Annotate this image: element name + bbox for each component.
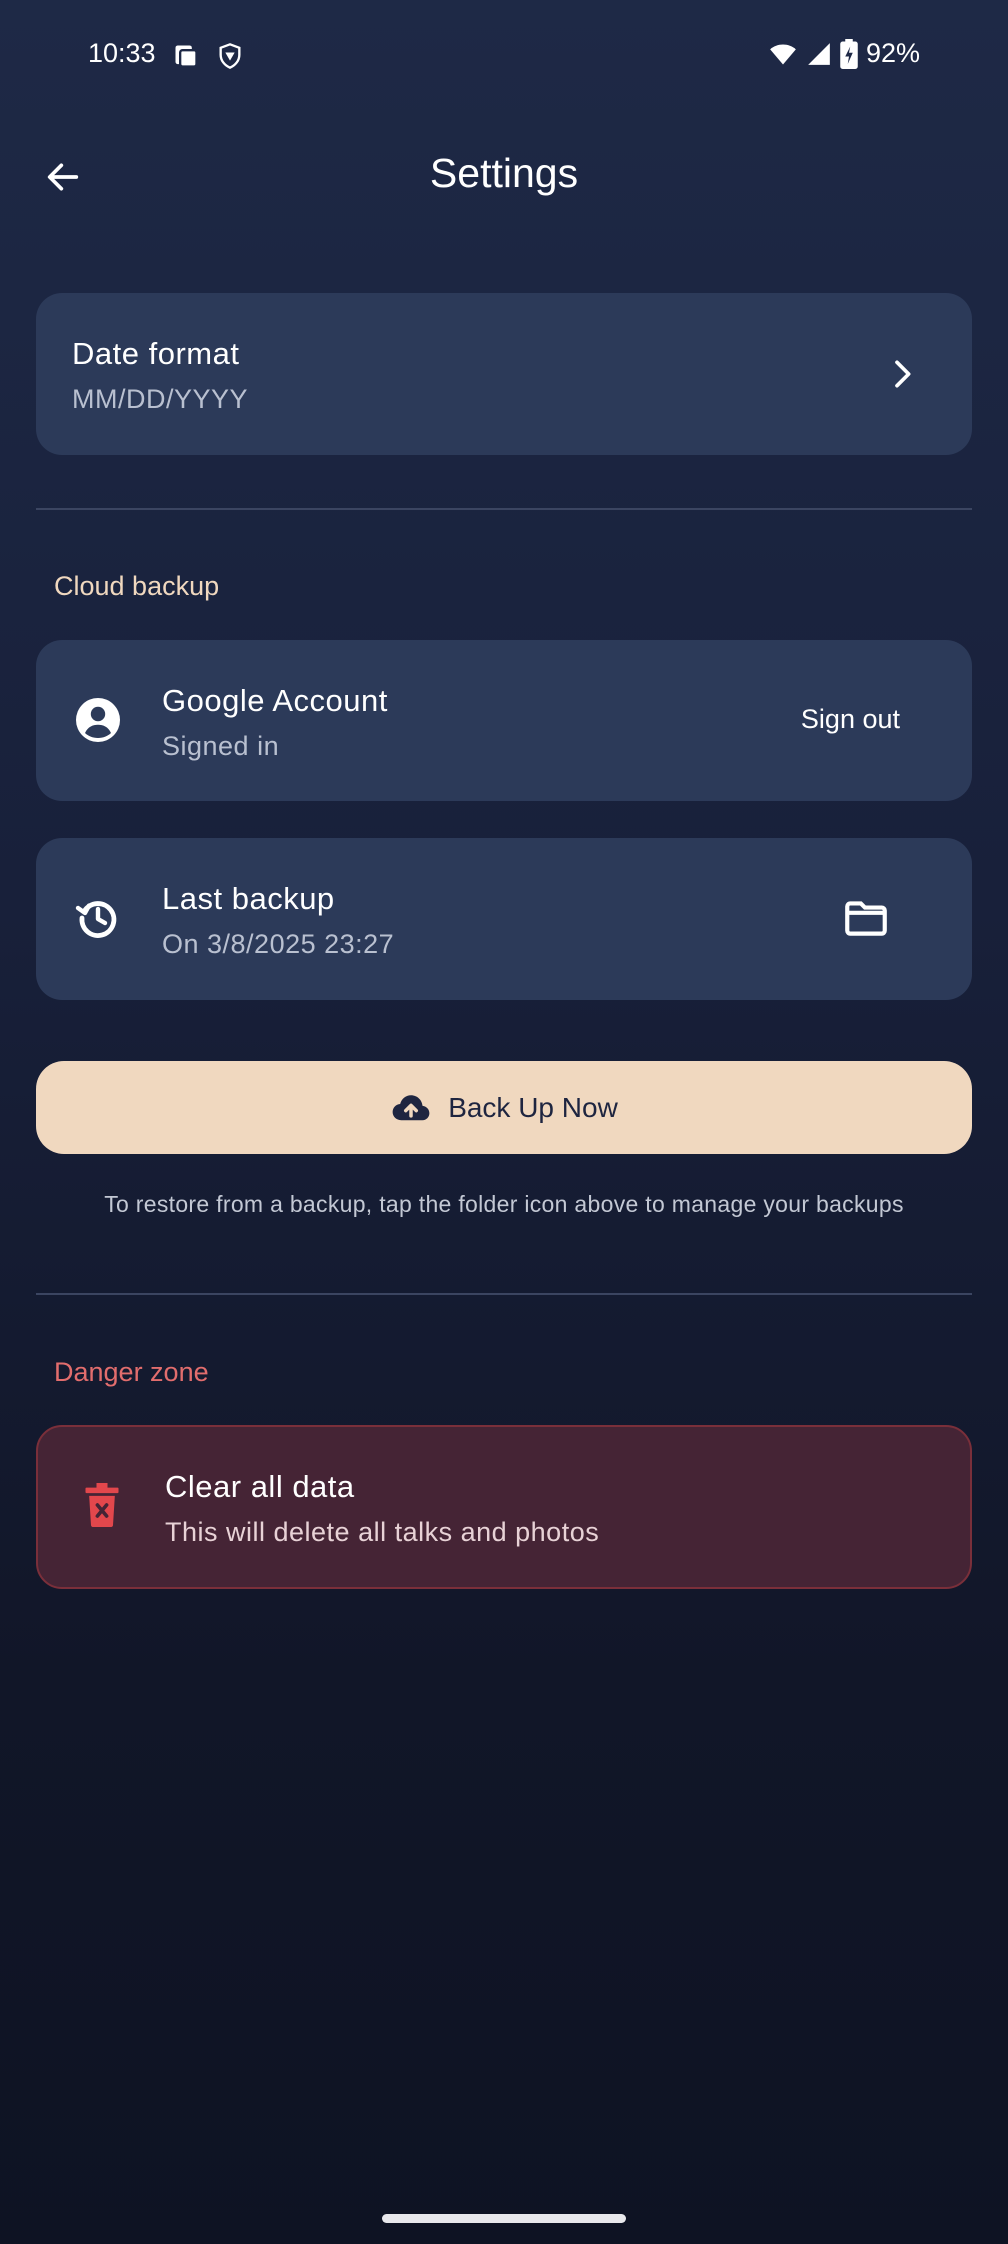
cell-signal-icon [808, 42, 830, 65]
status-time: 10:33 [88, 38, 156, 68]
last-backup-value: On 3/8/2025 23:27 [162, 929, 395, 959]
clear-all-data-title: Clear all data [165, 1469, 355, 1504]
clear-all-data-button[interactable]: Clear all data This will delete all talk… [36, 1425, 972, 1589]
last-backup-card: Last backup On 3/8/2025 23:27 [36, 838, 972, 1000]
account-circle-icon [76, 698, 120, 742]
divider [36, 1293, 972, 1295]
google-account-title: Google Account [162, 683, 388, 718]
sign-out-button[interactable]: Sign out [801, 704, 900, 735]
google-account-status: Signed in [162, 731, 280, 761]
page-title: Settings [429, 150, 579, 196]
last-backup-title: Last backup [162, 881, 335, 916]
clear-all-data-description: This will delete all talks and photos [165, 1517, 600, 1547]
date-format-title: Date format [72, 336, 240, 371]
status-right-icons: 92% [768, 38, 920, 69]
folder-icon [845, 901, 887, 936]
manage-backups-button[interactable] [832, 884, 900, 952]
device-icon [175, 45, 198, 68]
home-indicator[interactable] [382, 2214, 626, 2223]
status-left-icons [172, 42, 244, 70]
danger-zone-section-label: Danger zone [54, 1357, 209, 1387]
date-format-setting[interactable]: Date format MM/DD/YYYY [36, 293, 972, 455]
back-up-now-button[interactable]: Back Up Now [36, 1061, 972, 1154]
wifi-icon [770, 44, 796, 64]
date-format-value: MM/DD/YYYY [72, 384, 249, 414]
trash-icon [85, 1483, 119, 1527]
cloud-backup-section-label: Cloud backup [54, 571, 220, 601]
shield-icon [219, 43, 241, 69]
history-icon [75, 901, 117, 938]
battery-icon [840, 38, 858, 69]
back-up-now-label: Back Up Now [448, 1091, 618, 1123]
restore-hint: To restore from a backup, tap the folder… [104, 1191, 904, 1217]
chevron-right-icon [895, 360, 911, 388]
divider [36, 508, 972, 510]
battery-percent: 92% [865, 38, 920, 68]
cloud-upload-icon [392, 1094, 430, 1120]
